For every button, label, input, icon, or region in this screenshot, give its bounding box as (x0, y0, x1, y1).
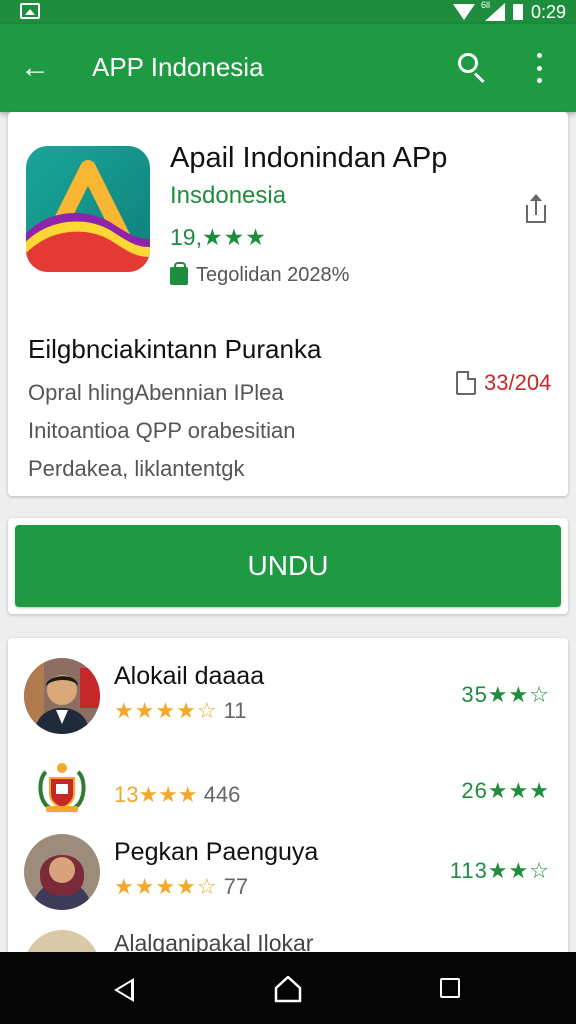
search-icon[interactable] (455, 50, 489, 84)
avatar (24, 834, 100, 910)
description-title: Eilgbnciakintann Puranka (28, 334, 322, 364)
review-stars-glyphs: ★★★★☆ (114, 874, 218, 899)
nav-back-icon[interactable] (114, 978, 134, 1002)
review-item[interactable]: 13★★★ 446 26★★★ (8, 754, 568, 834)
review-item[interactable]: Alokail daaaa ★★★★☆ 11 35★★☆ (8, 658, 568, 738)
review-stars: ★★★★☆ 77 (114, 874, 248, 900)
gallery-notification-icon (20, 3, 40, 19)
emblem-logo (32, 758, 92, 818)
reviewer-name: Alokail daaaa (114, 662, 265, 690)
review-score: 113★★☆ (450, 858, 550, 884)
app-logo (26, 146, 150, 272)
system-nav-bar (0, 952, 576, 1024)
app-rating: 19,★★★ (170, 224, 267, 251)
review-score-value: 26 (461, 778, 488, 803)
developer-link[interactable]: Insdonesia (170, 182, 286, 210)
review-score: 26★★★ (461, 778, 550, 804)
review-score-value: 113 (449, 858, 488, 883)
review-stars: 13★★★ 446 (114, 782, 240, 808)
status-time: 0:29 (530, 1, 566, 22)
app-bar: ← APP Indonesia (0, 24, 576, 112)
description-line: Initoantioa QPP orabesitian (28, 418, 296, 443)
signal-label: 6ll (480, 0, 490, 10)
review-count: 77 (223, 874, 249, 899)
status-bar: 6ll 0:29 (0, 0, 576, 24)
status-icons: 6ll 0:29 (452, 0, 566, 24)
description-body: Opral hlingAbennian IPlea Initoantioa QP… (28, 374, 438, 488)
reviews-card: Alokail daaaa ★★★★☆ 11 35★★☆ 13★★★ 446 26★… (8, 638, 568, 958)
review-score-stars: ★★★ (487, 778, 550, 803)
back-arrow-icon[interactable]: ← (20, 52, 54, 84)
description-line: Perdakea, liklantentgk (28, 456, 245, 481)
review-score-stars: ★★☆ (487, 858, 550, 883)
app-size-text: 33/204 (484, 370, 552, 395)
review-score-value: 35 (461, 682, 488, 707)
signal-icon: 6ll (480, 0, 505, 21)
battery-icon (512, 4, 523, 20)
wifi-icon (452, 4, 475, 20)
review-score-stars: ★★☆ (487, 682, 550, 707)
review-count: 446 (203, 782, 241, 807)
review-inline-score: 13★★★ (114, 782, 198, 807)
review-count: 11 (223, 698, 247, 723)
app-meta-text: Tegolidan 2028% (196, 264, 350, 286)
rating-value: 19, (170, 224, 202, 250)
install-button[interactable]: UNDU (15, 525, 561, 607)
app-name: Apail Indonindan APp (170, 142, 448, 174)
rating-stars: ★★★ (201, 224, 267, 250)
app-details-card: Apail Indonindan APp Insdonesia 19,★★★ T… (8, 112, 568, 496)
avatar (24, 658, 100, 734)
app-size: 33/204 (456, 370, 551, 396)
review-stars: ★★★★☆ 11 (114, 698, 246, 724)
document-icon (456, 371, 476, 395)
more-vert-icon[interactable] (530, 50, 548, 86)
shopping-bag-icon (170, 261, 188, 285)
nav-recents-icon[interactable] (440, 978, 460, 998)
review-item[interactable]: Pegkan Paenguya ★★★★☆ 77 113★★☆ (8, 834, 568, 914)
review-stars-glyphs: ★★★★☆ (114, 698, 218, 723)
app-meta: Tegolidan 2028% (170, 261, 350, 287)
description-line: Opral hlingAbennian IPlea (28, 380, 284, 405)
reviewer-name: Pegkan Paenguya (114, 838, 319, 866)
review-score: 35★★☆ (461, 682, 550, 708)
nav-home-icon[interactable] (274, 974, 302, 1004)
share-icon[interactable] (522, 192, 552, 228)
page-title: APP Indonesia (92, 52, 264, 82)
install-card: UNDU (8, 518, 568, 614)
